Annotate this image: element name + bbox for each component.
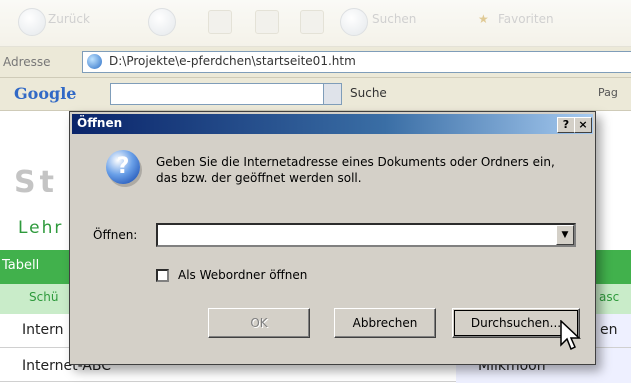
back-label[interactable]: Zurück	[48, 12, 90, 26]
open-label: Öffnen:	[93, 228, 138, 242]
forward-icon[interactable]	[148, 8, 176, 36]
help-button[interactable]: ?	[557, 117, 575, 133]
question-icon: ?	[106, 150, 140, 184]
dialog-titlebar[interactable]: Öffnen ? ×	[72, 114, 593, 134]
page-title: St	[14, 165, 58, 200]
search-toolbar-label[interactable]: Suchen	[372, 12, 416, 26]
ok-button[interactable]: OK	[208, 308, 310, 338]
chevron-down-icon[interactable]	[323, 84, 341, 104]
address-url[interactable]: D:\Projekte\e-pferdchen\startseite01.htm	[109, 54, 356, 68]
google-logo[interactable]: Google	[14, 84, 76, 103]
favorites-icon[interactable]: ★	[478, 12, 489, 26]
back-icon[interactable]	[18, 8, 46, 36]
refresh-icon[interactable]	[255, 10, 279, 34]
page-rank-label: Pag	[598, 86, 618, 99]
page-subtitle: Lehr	[18, 218, 64, 238]
search-icon[interactable]	[340, 8, 368, 36]
page-icon	[87, 54, 102, 69]
address-field[interactable]: D:\Projekte\e-pferdchen\startseite01.htm	[82, 51, 631, 73]
mouse-cursor-icon	[560, 320, 581, 351]
browser-toolbar: Zurück Suchen ★ Favoriten	[0, 0, 631, 47]
open-combobox[interactable]: ▼	[156, 223, 576, 247]
dialog-title: Öffnen	[77, 116, 123, 130]
webfolder-checkbox[interactable]	[156, 269, 169, 282]
google-search-input[interactable]	[110, 83, 342, 105]
dialog-message: Geben Sie die Internetadresse eines Doku…	[156, 155, 555, 185]
header-right: asc	[599, 290, 620, 304]
row-left-text[interactable]: Intern	[22, 322, 64, 338]
webfolder-checkbox-label[interactable]: Als Webordner öffnen	[178, 268, 307, 282]
cancel-button[interactable]: Abbrechen	[334, 308, 436, 338]
open-dialog: Öffnen ? × ? Geben Sie die Internetadres…	[69, 111, 596, 365]
header-left: Schü	[29, 290, 59, 304]
row-right-text[interactable]: en	[600, 322, 618, 338]
home-icon[interactable]	[300, 10, 324, 34]
stop-icon[interactable]	[208, 10, 232, 34]
close-button[interactable]: ×	[574, 117, 592, 133]
address-label: Adresse	[3, 55, 51, 69]
chevron-down-icon[interactable]: ▼	[556, 225, 574, 245]
favorites-label[interactable]: Favoriten	[498, 12, 554, 26]
address-bar: Adresse D:\Projekte\e-pferdchen\startsei…	[0, 47, 631, 78]
google-search-button[interactable]: Suche	[350, 86, 387, 100]
table-band-label: Tabell	[2, 258, 40, 273]
google-toolbar: Google Suche Pag	[0, 78, 631, 111]
